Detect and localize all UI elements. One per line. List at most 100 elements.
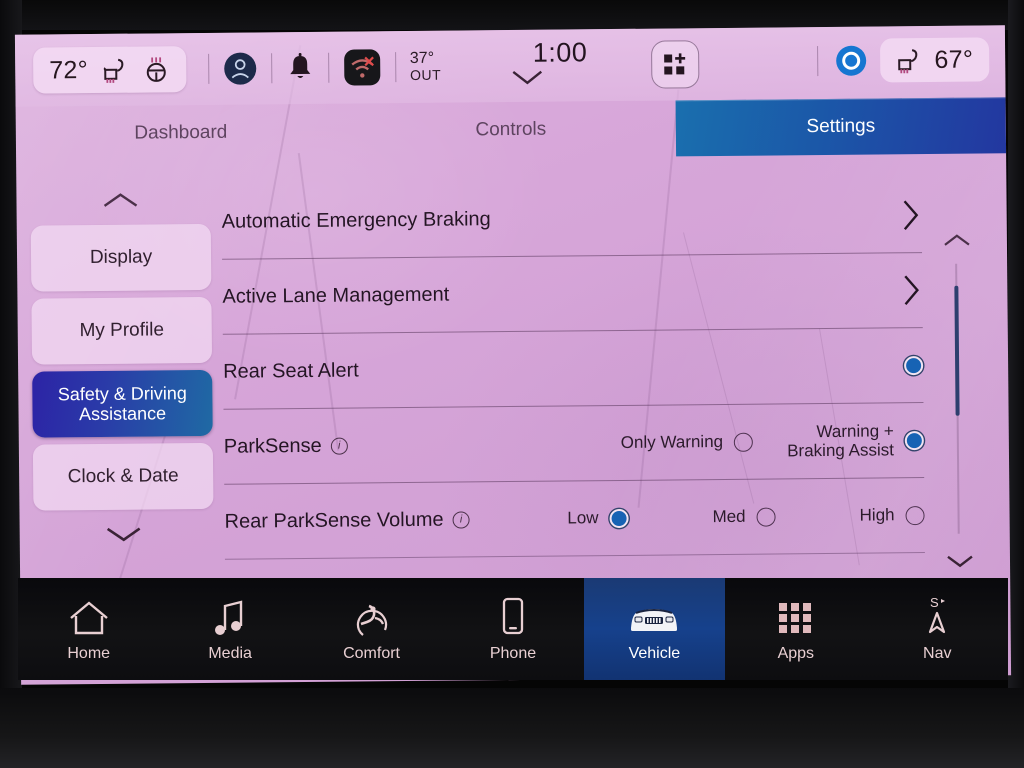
compass-needle-icon: S [919,595,955,638]
outside-temp-label: OUT [409,66,442,84]
option-label: High [859,505,895,526]
outside-temperature: 37° OUT [409,49,442,84]
info-icon[interactable]: i [452,510,470,529]
radio-selected[interactable] [904,430,924,450]
nav-label: Media [208,644,252,662]
apps-grid-icon [776,596,816,638]
divider [270,53,273,84]
setting-row-rear-seat-alert[interactable]: Rear Seat Alert [222,328,924,410]
music-note-icon [211,596,249,638]
setting-row-active-lane-management[interactable]: Active Lane Management [222,253,923,335]
svg-text:S: S [930,595,939,610]
driver-temp-value: 72° [49,55,89,84]
setting-label: Active Lane Management [222,283,450,308]
setting-label-text: ParkSense [223,434,322,458]
chevron-down-icon[interactable] [505,68,615,87]
nav-item-nav[interactable]: S Nav [867,578,1008,680]
vehicle-front-icon [623,596,685,638]
option-label: Low [567,508,599,528]
volume-option-low[interactable]: Low [567,508,629,528]
nav-label: Vehicle [628,644,681,662]
setting-label: Rear ParkSense Volume i [224,508,470,533]
nav-item-media[interactable]: Media [159,578,300,680]
nav-label: Nav [923,644,952,662]
passenger-climate-control[interactable]: 67° [880,37,990,83]
nav-item-home[interactable]: Home [18,578,159,680]
radio-selected[interactable] [904,355,924,375]
clock-widget[interactable]: 1:00 [505,37,615,87]
nav-item-comfort[interactable]: Comfort [301,578,442,680]
bottom-navigation-bar: Home Media Comfort Phone Vehicle Apps S … [18,578,1008,680]
parksense-options: Only Warning Warning + Braking Assist [620,403,924,480]
heated-seat-icon[interactable] [102,56,128,84]
infotainment-screenshot: 72° 37° OUT 1:00 67° Dashboard Controls … [0,0,1024,768]
sidebar-item-clock-date[interactable]: Clock & Date [32,442,214,511]
setting-row-automatic-emergency-braking[interactable]: Automatic Emergency Braking [221,178,923,260]
chevron-down-icon [100,524,148,544]
sidebar-scroll-down-button[interactable] [34,516,214,552]
nav-label: Home [67,644,111,662]
status-right-cluster: 67° [813,37,990,83]
sidebar-item-display[interactable]: Display [30,223,212,292]
volume-options: Low Med High [567,478,925,555]
sidebar-item-my-profile[interactable]: My Profile [31,296,213,365]
setting-label-text: Rear ParkSense Volume [224,508,444,533]
scrollbar-thumb[interactable] [954,285,960,416]
user-profile-icon[interactable] [223,51,257,85]
outside-temp-value: 37° [409,49,435,68]
wifi-disconnected-icon[interactable] [343,48,381,86]
divider [327,52,330,83]
chevron-right-icon[interactable] [899,178,922,252]
radio-selected[interactable] [609,508,629,528]
info-icon[interactable]: i [330,437,348,455]
dash-bezel-top [0,0,1024,30]
divider [207,53,210,84]
radio-unselected[interactable] [733,432,754,452]
rear-seat-alert-toggle[interactable] [904,328,924,402]
sidebar-item-safety-driving-assistance[interactable]: Safety & Driving Assistance [32,369,213,438]
nav-label: Apps [777,644,815,662]
heated-steering-wheel-icon[interactable] [142,55,170,83]
radio-unselected[interactable] [905,505,925,525]
chevron-up-icon [96,191,144,211]
comfort-seat-icon [349,596,395,638]
bell-icon[interactable] [286,53,314,83]
nav-label: Comfort [343,644,400,662]
dash-bezel-bottom [0,688,1024,768]
setting-label: ParkSense i [224,434,348,458]
nav-item-apps[interactable]: Apps [725,578,866,680]
scroll-down-button[interactable] [940,546,980,576]
radio-unselected[interactable] [756,506,776,527]
phone-icon [498,596,528,638]
heated-seat-icon[interactable] [896,46,922,74]
nav-label: Phone [489,644,537,662]
tab-dashboard[interactable]: Dashboard [16,104,347,163]
assistant-circle-icon[interactable] [834,44,868,78]
add-widget-icon[interactable] [650,40,700,89]
nav-item-vehicle[interactable]: Vehicle [583,578,726,680]
chevron-down-icon [943,553,977,569]
parksense-option-warning-braking-assist[interactable]: Warning + Braking Assist [787,421,924,460]
volume-option-med[interactable]: Med [712,506,776,527]
divider [394,52,397,83]
sidebar-scroll-up-button[interactable] [30,183,210,219]
scroll-up-button[interactable] [937,226,977,256]
passenger-temp-value: 67° [934,45,974,74]
driver-climate-control[interactable]: 72° [33,46,187,94]
setting-label: Automatic Emergency Braking [221,207,491,233]
status-bar: 72° 37° OUT 1:00 67° [14,25,1006,107]
settings-scrollbar[interactable] [937,226,980,576]
parksense-option-only-warning[interactable]: Only Warning [621,432,754,452]
nav-item-phone[interactable]: Phone [442,578,583,680]
volume-option-high[interactable]: High [859,505,925,526]
setting-label: Rear Seat Alert [223,358,359,383]
tab-controls[interactable]: Controls [346,100,677,159]
tab-settings[interactable]: Settings [675,97,1007,157]
option-label: Warning + Braking Assist [787,421,895,461]
chevron-right-icon[interactable] [900,253,923,327]
settings-list: Automatic Emergency Braking Active Lane … [221,178,925,560]
setting-row-parksense[interactable]: ParkSense i Only Warning Warning + Braki… [223,403,925,485]
setting-row-rear-parksense-volume[interactable]: Rear ParkSense Volume i Low Med High [224,478,925,560]
option-label: Only Warning [620,432,724,453]
clock-value: 1:00 [532,37,588,68]
